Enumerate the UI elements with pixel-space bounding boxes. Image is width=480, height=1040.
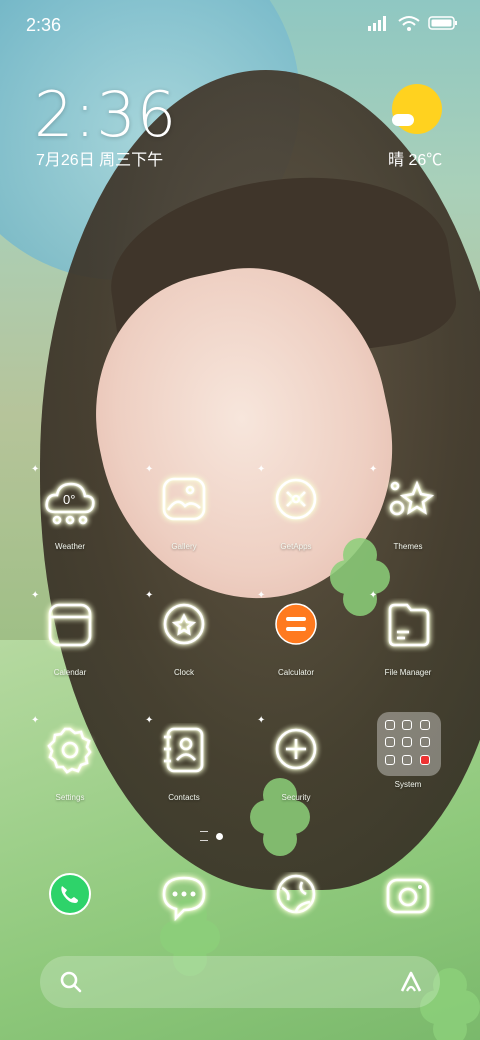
folder-mini-icon [402,754,413,765]
app-themes[interactable]: ✦ Themes [358,464,458,551]
app-calculator[interactable]: ✦ Calculator [246,590,346,677]
app-settings[interactable]: ✦ Settings [20,715,120,802]
assistant-icon[interactable] [398,969,424,995]
system-folder-icon[interactable] [377,712,441,776]
gallery-icon [162,477,206,521]
app-security[interactable]: ✦ Security [246,715,346,802]
calendar-icon [48,603,92,647]
sparkle-icon: ✦ [31,590,40,601]
app-clock[interactable]: ✦ Clock [134,590,234,677]
status-time: 2:36 [26,15,62,35]
folder-mini-icon [385,754,395,765]
sunny-cloud-icon[interactable] [392,84,442,134]
folder-mini-icon [402,737,413,748]
app-calendar[interactable]: ✦ Calendar [20,590,120,677]
getapps-icon [275,478,317,520]
clock-widget-time[interactable]: 2:36 [34,78,177,151]
file-manager-icon [388,603,430,647]
sparkle-icon: ✦ [145,464,154,475]
status-bar: 2:36 [0,0,480,50]
folder-mini-icon [419,754,430,765]
app-label: File Manager [384,668,432,677]
wifi-icon [398,16,420,31]
battery-icon [428,16,457,30]
weather-badge: 0° [63,492,75,507]
app-label: Contacts [168,793,200,802]
app-label: System [394,780,422,789]
sparkle-icon: ✦ [257,464,266,475]
sparkle-icon: ✦ [31,715,40,726]
weather-cloud-shape [392,114,414,126]
app-label: GetApps [280,542,312,551]
app-gallery[interactable]: ✦ Gallery [134,464,234,551]
status-icons [368,15,458,31]
app-getapps[interactable]: ✦ GetApps [246,464,346,551]
browser-icon [276,874,316,914]
app-label: Security [281,793,311,802]
wallpaper-clover [250,800,284,834]
messages-icon [162,876,206,922]
clock-widget-date: 7月26日 周三下午 [36,152,164,169]
search-icon[interactable] [58,969,84,995]
folder-mini-icon [419,737,430,748]
dock-messages[interactable] [154,872,214,932]
app-label: Themes [393,542,423,551]
sparkle-icon: ✦ [257,715,266,726]
settings-gear-icon [47,727,92,774]
app-label: Calendar [53,668,87,677]
sparkle-icon: ✦ [369,590,378,601]
sparkle-icon: ✦ [145,590,154,601]
weather-cloud-icon: 0° [45,482,95,525]
calculator-icon [275,603,317,645]
folder-mini-icon [385,720,395,730]
app-weather[interactable]: ✦ 0° Weather [20,464,120,551]
signal-icon [368,16,386,31]
sparkle-icon: ✦ [31,464,40,475]
folder-mini-icon [385,737,395,748]
dock-camera[interactable] [378,872,438,932]
folder-mini-icon [402,720,413,730]
themes-icon [389,480,435,516]
dock-phone[interactable] [40,872,100,932]
app-label: Settings [55,793,85,802]
camera-icon [386,878,430,914]
app-label: Gallery [171,542,197,551]
wallpaper-clover [330,560,364,594]
sparkle-icon: ✦ [369,464,378,475]
folder-mini-icon [419,720,430,730]
app-label: Calculator [277,668,314,677]
sparkle-icon: ✦ [145,715,154,726]
clock-icon [163,603,205,645]
sparkle-icon: ✦ [257,590,266,601]
app-label: Weather [54,542,86,551]
page-indicator[interactable] [200,831,223,841]
security-plus-icon [275,728,317,770]
weather-widget-text: 晴 26℃ [388,152,443,169]
dock-browser[interactable] [266,872,326,932]
page-indicator-dot [216,832,223,840]
search-bar[interactable] [40,956,440,1008]
app-contacts[interactable]: ✦ Contacts [134,715,234,802]
contacts-book-icon [164,727,204,773]
app-label: Clock [173,668,194,677]
phone-icon [49,873,91,915]
app-system-label[interactable]: System [358,780,458,789]
page-indicator-menu-icon [200,831,208,841]
app-file-manager[interactable]: ✦ File Manager [358,590,458,677]
dock [0,872,480,942]
